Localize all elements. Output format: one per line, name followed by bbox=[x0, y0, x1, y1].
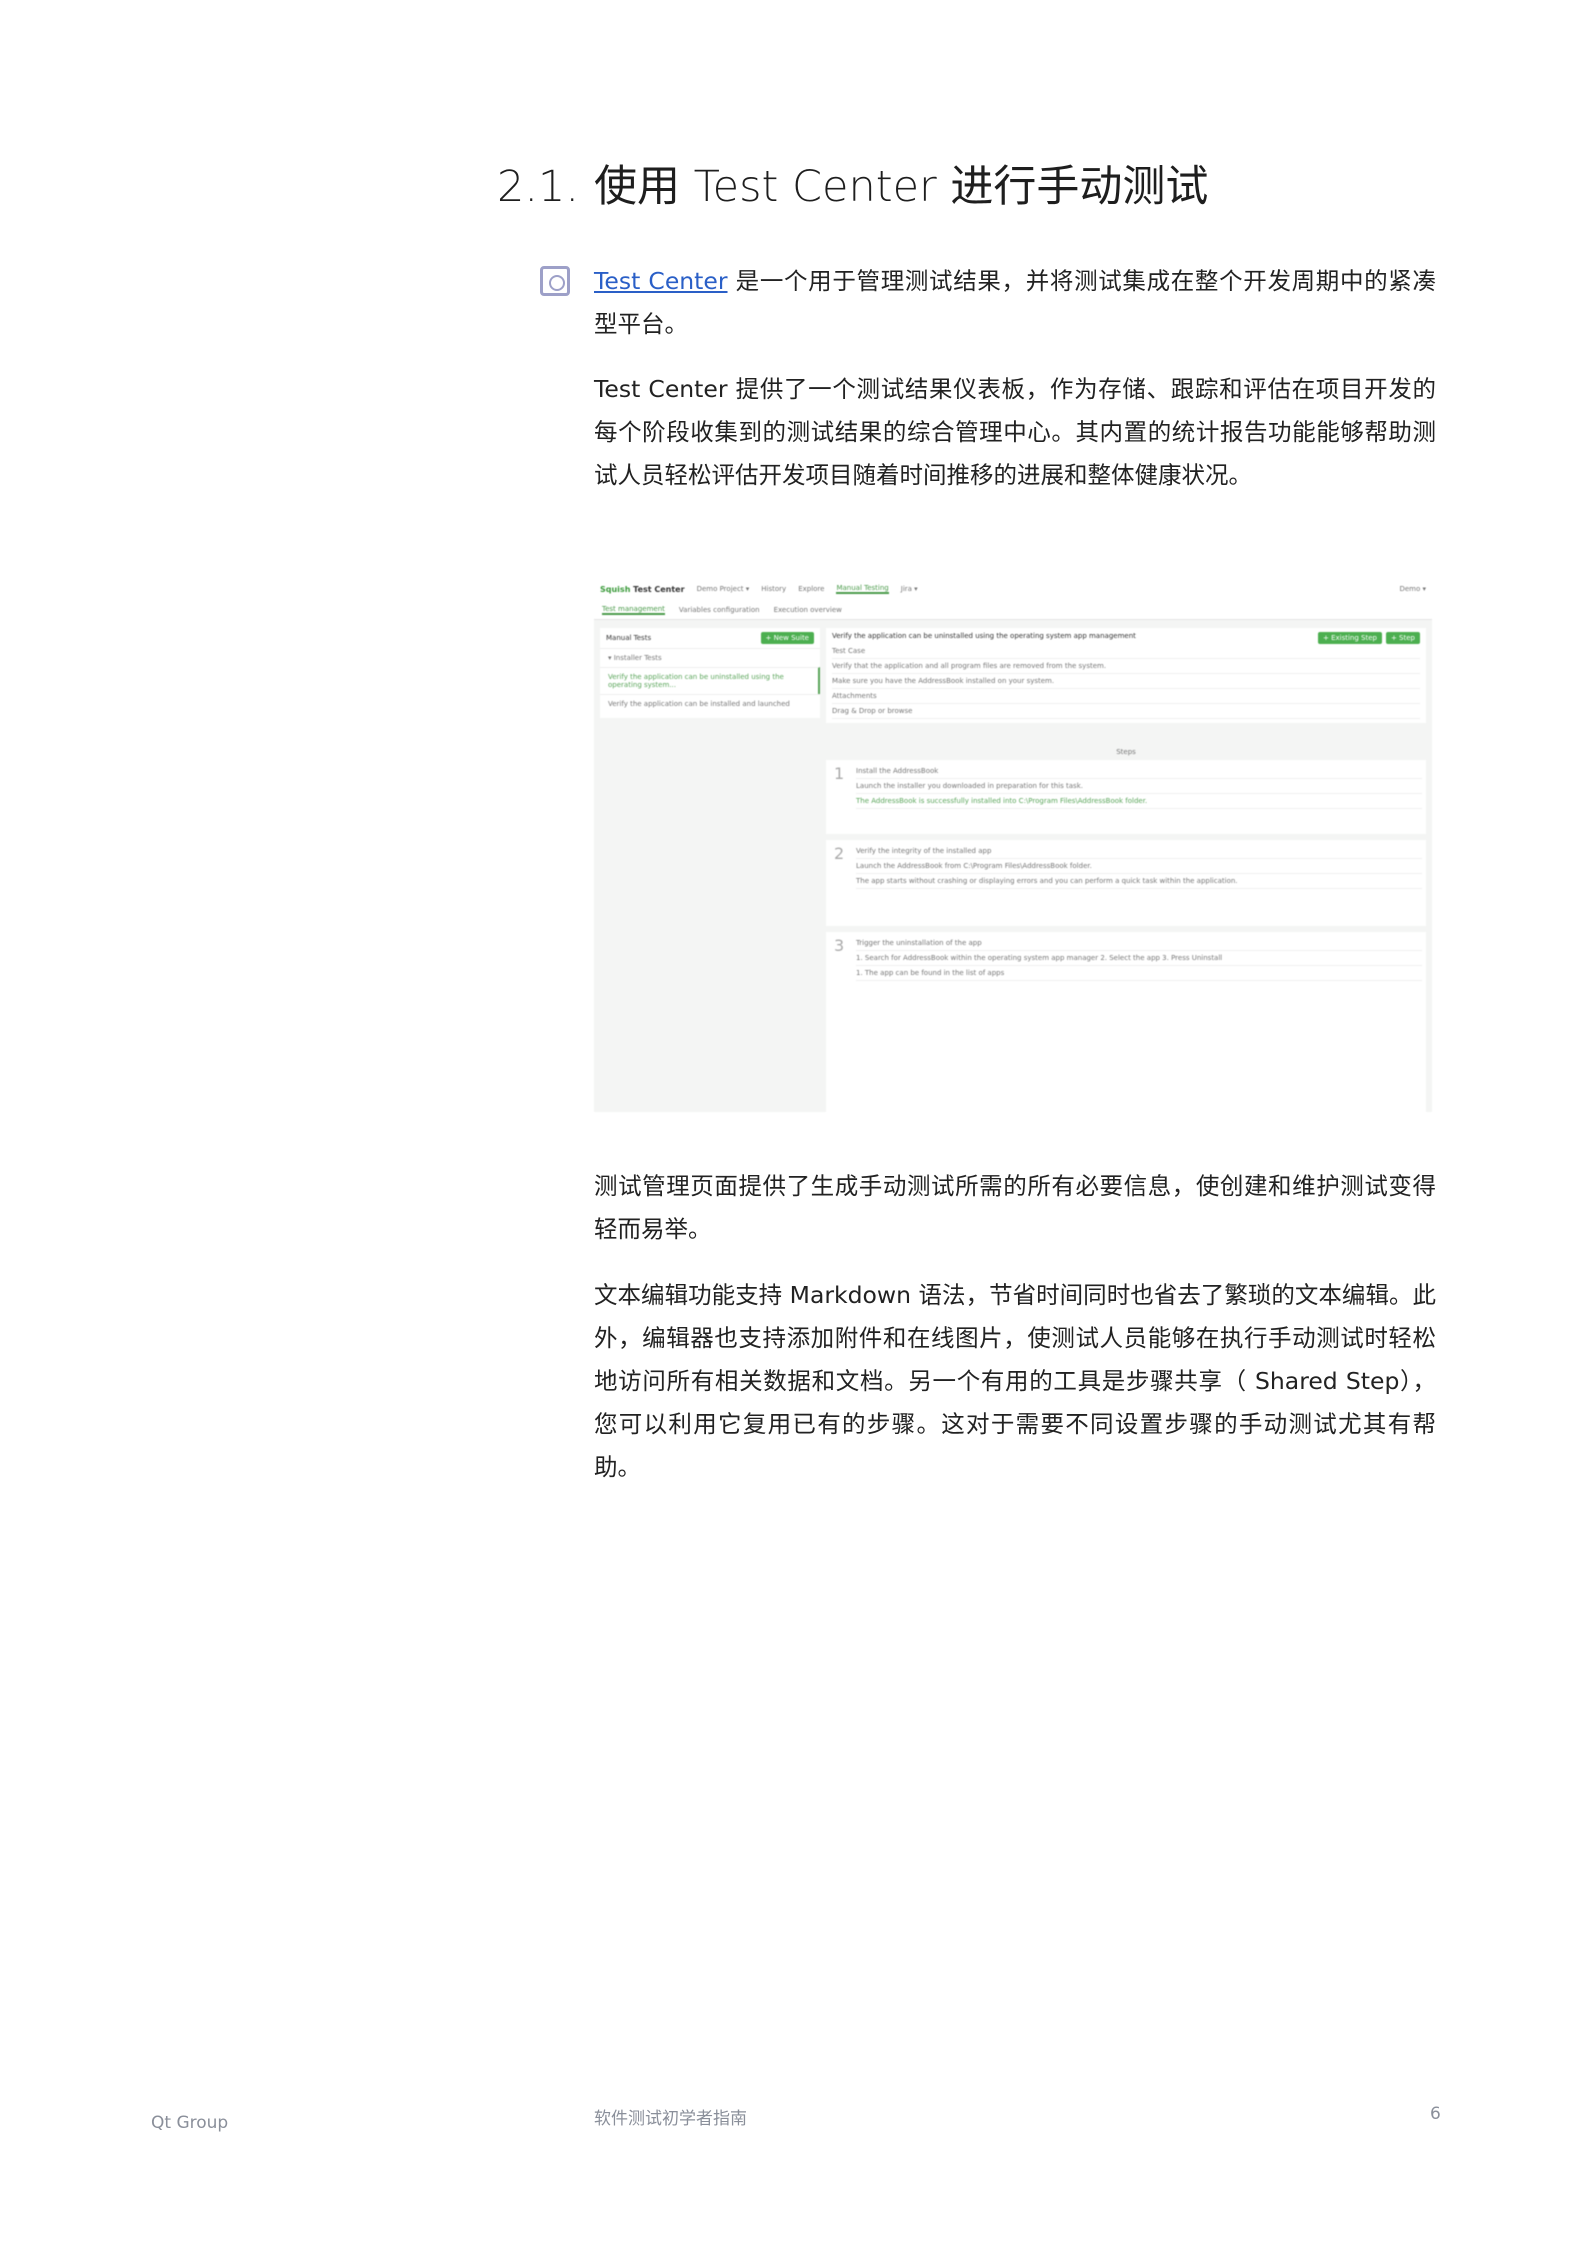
case-description: Verify that the application and all prog… bbox=[832, 659, 1420, 674]
step-card: 1 Install the AddressBook Launch the insta… bbox=[826, 760, 1426, 834]
new-suite-button: + New Suite bbox=[760, 632, 814, 644]
test-row: Verify the application can be uninstalle… bbox=[600, 667, 820, 694]
note-icon bbox=[540, 266, 570, 296]
case-precondition: Make sure you have the AddressBook insta… bbox=[832, 674, 1420, 689]
section-title: 使用 Test Center 进行手动测试 bbox=[594, 162, 1209, 212]
nav-explore: Explore bbox=[798, 585, 825, 593]
panel-title: Manual Tests bbox=[606, 634, 652, 642]
suite-row: ▾ Installer Tests bbox=[600, 648, 820, 667]
dashboard-paragraph: Test Center 提供了一个测试结果仪表板，作为存储、跟踪和评估在项目开发… bbox=[594, 375, 1436, 489]
attachments-label: Attachments bbox=[832, 689, 1420, 704]
footer-company: Qt Group bbox=[151, 2113, 229, 2133]
test-management-paragraph: 测试管理页面提供了生成手动测试所需的所有必要信息，使创建和维护测试变得轻而易举。 bbox=[594, 1172, 1436, 1243]
footer-title: 软件测试初学者指南 bbox=[594, 2109, 747, 2129]
subtab: Execution overview bbox=[773, 605, 842, 614]
case-title: Verify the application can be uninstalle… bbox=[832, 632, 1136, 640]
case-type: Test Case bbox=[832, 644, 1420, 659]
nav-history: History bbox=[761, 585, 787, 593]
section-number: 2.1. bbox=[497, 162, 580, 212]
manual-tests-panel: Manual Tests + New Suite ▾ Installer Test… bbox=[600, 628, 820, 718]
page-number: 6 bbox=[1430, 2104, 1441, 2124]
editor-paragraph: 文本编辑功能支持 Markdown 语法，节省时间同时也省去了繁琐的文本编辑。此… bbox=[594, 1281, 1436, 1481]
user-menu: Demo ▾ bbox=[1399, 585, 1426, 593]
app-logo: Squish Test Center bbox=[600, 584, 685, 594]
test-center-link[interactable]: Test Center bbox=[594, 267, 728, 295]
step-card: 3 Trigger the uninstallation of the app 1.… bbox=[826, 932, 1426, 1112]
test-center-screenshot: Squish Test Center Demo Project ▾ Histor… bbox=[594, 578, 1432, 1112]
existing-step-button: + Existing Step bbox=[1317, 632, 1382, 644]
nav-manual-testing: Manual Testing bbox=[836, 584, 889, 594]
nav-project: Demo Project ▾ bbox=[696, 585, 750, 593]
test-row: Verify the application can be installed … bbox=[600, 694, 820, 713]
test-case-panel: Verify the application can be uninstalle… bbox=[826, 628, 1426, 723]
subtab: Test management bbox=[602, 604, 665, 615]
drop-zone: Drag & Drop or browse bbox=[832, 704, 1420, 719]
step-card: 2 Verify the integrity of the installed a… bbox=[826, 840, 1426, 926]
nav-jira: Jira ▾ bbox=[900, 585, 918, 593]
step-button: + Step bbox=[1385, 632, 1420, 644]
section-heading: 2.1. 使用 Test Center 进行手动测试 bbox=[497, 152, 1208, 214]
app-topbar: Squish Test Center Demo Project ▾ Histor… bbox=[594, 578, 1432, 600]
app-subtabs: Test management Variables configuration … bbox=[594, 600, 1432, 620]
steps-label: Steps bbox=[1116, 748, 1136, 756]
subtab: Variables configuration bbox=[678, 605, 760, 614]
intro-paragraph: Test Center 是一个用于管理测试结果，并将测试集成在整个开发周期中的紧… bbox=[594, 260, 1436, 346]
